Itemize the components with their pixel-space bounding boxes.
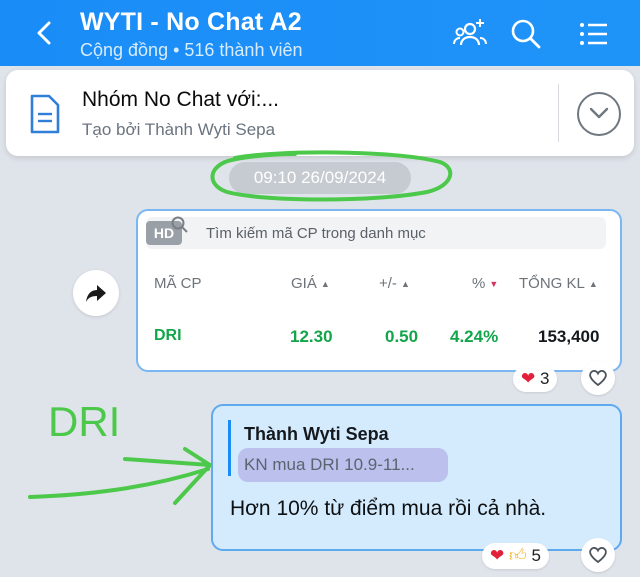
- search-icon: [171, 216, 188, 233]
- expand-pinned-button[interactable]: [577, 92, 621, 136]
- chat-header: WYTI - No Chat A2 Cộng đồng • 516 thành …: [0, 0, 640, 66]
- column-header-code: MÃ CP: [154, 275, 202, 292]
- column-label: TỔNG KL: [519, 275, 585, 292]
- hand-drawn-arrows-annotation: [28, 447, 212, 505]
- heart-outline-icon: [589, 547, 607, 564]
- column-label: MÃ CP: [154, 275, 202, 292]
- react-button[interactable]: [581, 361, 615, 395]
- stock-volume-cell: 153,400: [538, 327, 600, 346]
- reaction-count: 5: [531, 546, 541, 565]
- stock-search-placeholder: Tìm kiếm mã CP trong danh mục: [206, 225, 426, 242]
- sort-icon: ▲︎: [400, 279, 410, 290]
- back-button[interactable]: [30, 18, 60, 48]
- menu-button[interactable]: [576, 16, 612, 52]
- search-icon: [511, 19, 541, 49]
- list-menu-icon: [580, 23, 607, 45]
- column-header-price[interactable]: GIÁ ▲︎: [291, 275, 330, 292]
- stock-search-bar[interactable]: Tìm kiếm mã CP trong danh mục: [146, 217, 606, 249]
- chevron-down-icon: [589, 107, 609, 119]
- search-button[interactable]: [508, 16, 544, 52]
- message-text: Hơn 10% từ điểm mua rồi cả nhà.: [230, 497, 547, 520]
- heart-icon: ❤︎: [490, 546, 505, 565]
- heart-icon: ❤︎: [521, 369, 536, 388]
- pinned-note-card[interactable]: Nhóm No Chat với:... Tạo bởi Thành Wyti …: [6, 70, 634, 156]
- sort-desc-icon: ▼︎: [489, 279, 499, 290]
- stock-code-cell[interactable]: DRI: [154, 327, 182, 345]
- document-icon: [30, 94, 60, 134]
- pinned-subtitle: Tạo bởi Thành Wyti Sepa: [82, 120, 276, 139]
- column-header-change[interactable]: +/- ▲︎: [379, 275, 410, 292]
- reaction-count: 3: [539, 369, 550, 388]
- react-button[interactable]: [581, 538, 615, 572]
- pinned-title: Nhóm No Chat với:...: [82, 88, 279, 111]
- stock-price-cell: 12.30: [290, 327, 333, 346]
- handwritten-annotation: DRI: [48, 398, 121, 445]
- quoted-message[interactable]: KN mua DRI 10.9-11...: [244, 455, 415, 475]
- sort-icon: ▲︎: [320, 279, 330, 290]
- column-label: GIÁ: [291, 275, 317, 292]
- column-header-percent[interactable]: % ▼︎: [472, 275, 498, 292]
- reaction-summary[interactable]: ❤︎ 3: [513, 366, 558, 392]
- group-add-icon: [453, 19, 487, 46]
- column-label: +/-: [379, 275, 397, 292]
- quote-author[interactable]: Thành Wyti Sepa: [244, 424, 389, 445]
- quote-bar: [228, 420, 231, 476]
- stock-change-cell: 0.50: [385, 327, 419, 346]
- sort-icon: ▲︎: [588, 279, 598, 290]
- chevron-left-icon: [37, 21, 51, 45]
- divider: [558, 84, 559, 142]
- stock-percent-cell: 4.24%: [450, 327, 499, 346]
- add-member-button[interactable]: [452, 16, 488, 52]
- forward-button[interactable]: [73, 270, 119, 316]
- reaction-summary[interactable]: ❤︎ 👍︎ 5: [482, 543, 549, 569]
- group-subtitle[interactable]: Cộng đồng • 516 thành viên: [80, 40, 302, 61]
- message-timestamp: 09:10 26/09/2024: [229, 162, 411, 194]
- thumbs-up-icon: 👍︎: [508, 546, 527, 565]
- column-label: %: [472, 275, 486, 292]
- heart-outline-icon: [589, 370, 607, 387]
- column-header-volume[interactable]: TỔNG KL ▲︎: [519, 275, 598, 292]
- group-title[interactable]: WYTI - No Chat A2: [80, 8, 302, 37]
- share-arrow-icon: [86, 285, 106, 302]
